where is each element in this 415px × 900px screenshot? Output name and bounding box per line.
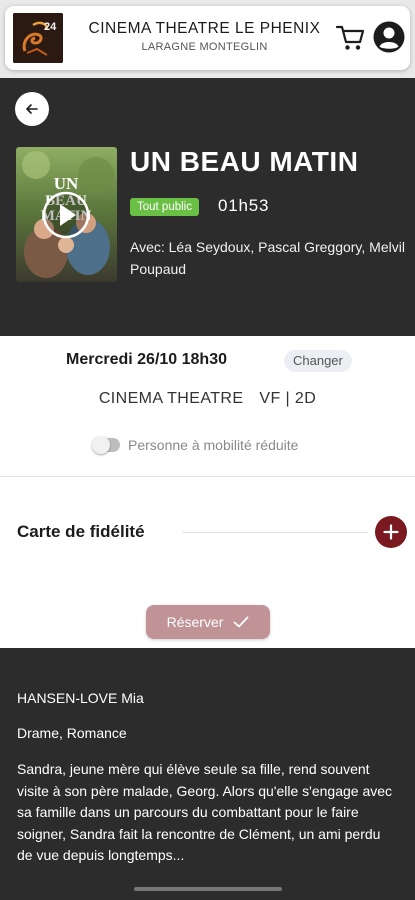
movie-hero: UN BEAU MATIN UN BEAU MATIN Tout public …	[0, 78, 415, 336]
pmr-toggle[interactable]	[92, 436, 120, 454]
arrow-left-icon	[26, 104, 38, 114]
divider	[183, 532, 368, 533]
pmr-label: Personne à mobilité réduite	[128, 437, 299, 453]
divider	[0, 476, 415, 477]
svg-text:UN: UN	[54, 174, 79, 193]
toggle-knob	[92, 436, 110, 454]
movie-director: HANSEN-LOVE Mia	[17, 690, 144, 706]
cinema-logo[interactable]: 24	[13, 13, 63, 63]
reserve-button[interactable]: Réserver	[146, 605, 270, 639]
movie-poster[interactable]: UN BEAU MATIN	[16, 147, 117, 282]
cart-icon[interactable]	[335, 24, 365, 52]
account-icon[interactable]	[373, 21, 405, 53]
venue-name: CINEMA THEATRE	[98, 390, 244, 407]
add-loyalty-card-button[interactable]	[375, 516, 407, 548]
movie-title: UN BEAU MATIN	[130, 146, 359, 177]
home-indicator[interactable]	[134, 887, 282, 891]
loyalty-card-label: Carte de fidélité	[17, 522, 145, 541]
session-venue-row: CINEMA THEATRE VF | 2D	[0, 390, 415, 408]
app-header-area: 24 CINEMA THEATRE LE PHENIX LARAGNE MONT…	[0, 0, 415, 78]
app-header: 24 CINEMA THEATRE LE PHENIX LARAGNE MONT…	[5, 6, 410, 70]
projection-format: VF | 2D	[259, 390, 317, 407]
cinema-name: CINEMA THEATRE LE PHENIX	[88, 20, 321, 37]
rating-badge: Tout public	[130, 198, 199, 216]
session-datetime: Mercredi 26/10 18h30	[66, 351, 227, 368]
reserve-label: Réserver	[166, 614, 224, 630]
movie-synopsis: Sandra, jeune mère qui élève seule sa fi…	[17, 761, 393, 863]
movie-duration: 01h53	[218, 196, 270, 215]
plus-icon	[383, 524, 399, 540]
movie-genres: Drame, Romance	[17, 725, 127, 741]
svg-text:24: 24	[44, 21, 57, 33]
back-button[interactable]	[15, 92, 49, 126]
cinema-location: LARAGNE MONTEGLIN	[141, 41, 268, 53]
change-session-button[interactable]: Changer	[284, 350, 352, 372]
movie-cast: Avec: Léa Seydoux, Pascal Greggory, Melv…	[130, 239, 405, 277]
pmr-row: Personne à mobilité réduite	[92, 436, 299, 454]
movie-info-section: HANSEN-LOVE Mia Drame, Romance Sandra, j…	[0, 648, 415, 900]
checkmark-icon	[233, 616, 249, 628]
